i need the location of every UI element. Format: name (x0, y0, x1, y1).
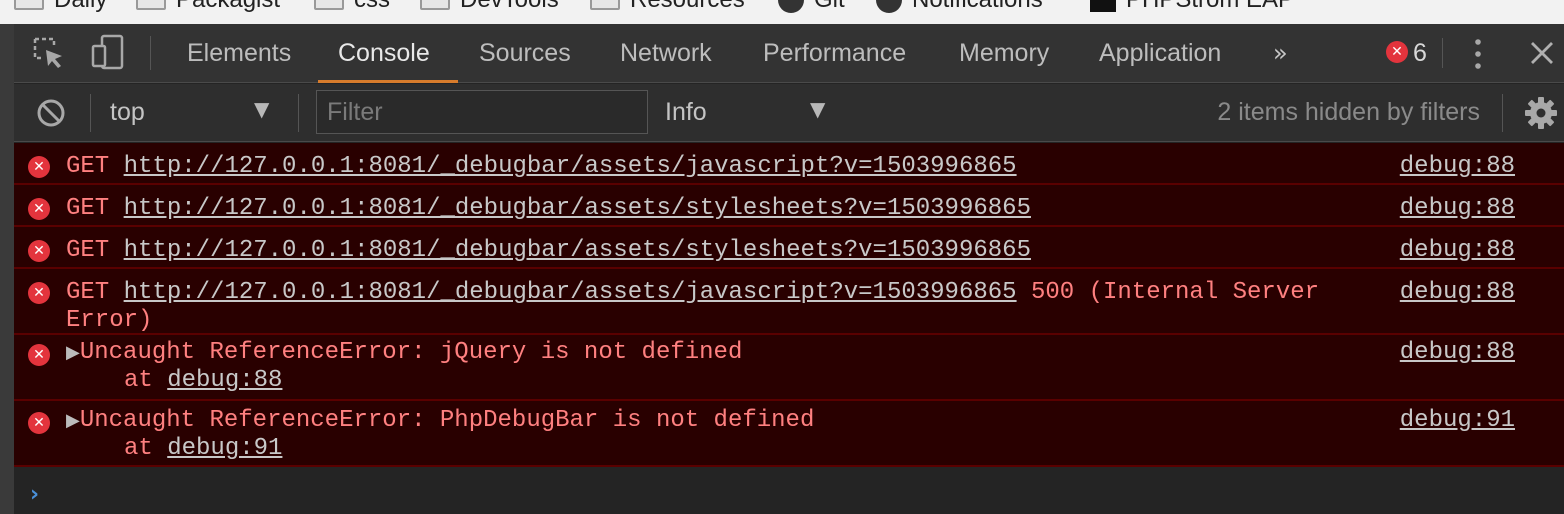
github-icon (778, 0, 804, 13)
context-dropdown-icon[interactable]: ▼ (254, 97, 269, 121)
console-message: ▶Uncaught ReferenceError: jQuery is not … (66, 339, 743, 366)
tab-sources[interactable]: Sources (479, 24, 571, 82)
source-link[interactable]: debug:91 (1400, 407, 1515, 435)
console-message: GET http://127.0.0.1:8081/_debugbar/asse… (66, 279, 1320, 306)
stack-trace-line: at debug:88 (124, 367, 283, 394)
folder-icon (420, 0, 450, 10)
console-error-row: ✕ ▶Uncaught ReferenceError: jQuery is no… (14, 335, 1564, 401)
context-select-value[interactable]: top (110, 98, 145, 127)
source-link[interactable]: debug:88 (1400, 195, 1515, 223)
folder-icon (136, 0, 166, 10)
devtools-tab-bar: Elements Console Sources Network Perform… (14, 24, 1564, 83)
bookmark-resources[interactable]: Resources (590, 0, 745, 14)
folder-icon (590, 0, 620, 10)
filter-input[interactable] (316, 90, 648, 134)
inspect-element-icon[interactable] (32, 36, 66, 70)
tab-network[interactable]: Network (620, 24, 712, 82)
log-level-dropdown-icon[interactable]: ▼ (810, 97, 825, 121)
request-url-link[interactable]: http://127.0.0.1:8081/_debugbar/assets/s… (124, 237, 1031, 264)
terminal-icon (1090, 0, 1116, 12)
source-link[interactable]: debug:88 (1400, 279, 1515, 307)
source-link[interactable]: debug:88 (1400, 237, 1515, 265)
toolbar-separator (1502, 94, 1503, 132)
stack-trace-link[interactable]: debug:91 (167, 435, 282, 462)
bookmark-phpstorm[interactable]: PHPStrom EAP (1090, 0, 1294, 14)
bookmarks-bar: Daily Packagist css DevTools Resources G… (0, 0, 1564, 24)
console-error-row: ✕ GET http://127.0.0.1:8081/_debugbar/as… (14, 143, 1564, 185)
bookmark-git[interactable]: Git (778, 0, 845, 14)
status-text-continued: Error) (66, 307, 153, 334)
bookmark-notifications[interactable]: Notifications (876, 0, 1043, 14)
toolbar-separator (298, 94, 299, 132)
console-filter-bar: top ▼ Info ▼ 2 items hidden by filters (14, 84, 1564, 142)
clear-console-icon[interactable] (36, 98, 66, 128)
bookmark-packagist[interactable]: Packagist (136, 0, 280, 14)
hidden-items-text: 2 items hidden by filters (1217, 98, 1480, 126)
active-tab-indicator (318, 80, 458, 83)
console-prompt-icon[interactable]: › (30, 482, 39, 507)
log-level-select-value[interactable]: Info (665, 98, 707, 127)
source-link[interactable]: debug:88 (1400, 339, 1515, 367)
tab-console[interactable]: Console (338, 24, 430, 82)
error-icon: ✕ (28, 412, 50, 434)
expand-triangle-icon[interactable]: ▶ (66, 342, 80, 363)
console-error-row: ✕ GET http://127.0.0.1:8081/_debugbar/as… (14, 185, 1564, 227)
error-icon: ✕ (28, 198, 50, 220)
close-icon[interactable] (1530, 41, 1554, 65)
tab-performance[interactable]: Performance (763, 24, 906, 82)
request-url-link[interactable]: http://127.0.0.1:8081/_debugbar/assets/j… (124, 279, 1017, 306)
folder-icon (314, 0, 344, 10)
console-message: GET http://127.0.0.1:8081/_debugbar/asse… (66, 195, 1031, 222)
console-messages: ✕ GET http://127.0.0.1:8081/_debugbar/as… (14, 143, 1564, 467)
error-count-icon[interactable]: ✕ (1386, 41, 1408, 63)
error-icon: ✕ (28, 156, 50, 178)
console-message: GET http://127.0.0.1:8081/_debugbar/asse… (66, 153, 1017, 180)
left-gutter (0, 24, 14, 514)
console-error-row: ✕ ▶Uncaught ReferenceError: PhpDebugBar … (14, 401, 1564, 467)
console-error-row: ✕ GET http://127.0.0.1:8081/_debugbar/as… (14, 227, 1564, 269)
tab-elements[interactable]: Elements (187, 24, 291, 82)
expand-triangle-icon[interactable]: ▶ (66, 410, 80, 431)
kebab-menu-icon[interactable] (1473, 38, 1483, 70)
stack-trace-line: at debug:91 (124, 435, 283, 462)
console-message: ▶Uncaught ReferenceError: PhpDebugBar is… (66, 407, 815, 434)
tab-application[interactable]: Application (1099, 24, 1221, 82)
toolbar-separator (1442, 38, 1443, 68)
more-tabs-button[interactable]: » (1273, 24, 1288, 82)
bookmark-daily[interactable]: Daily (14, 0, 107, 14)
bookmark-css[interactable]: css (314, 0, 390, 14)
toolbar-separator (90, 94, 91, 132)
device-toolbar-icon[interactable] (90, 34, 126, 70)
tab-memory[interactable]: Memory (959, 24, 1049, 82)
bookmark-devtools[interactable]: DevTools (420, 0, 559, 14)
request-url-link[interactable]: http://127.0.0.1:8081/_debugbar/assets/s… (124, 195, 1031, 222)
error-icon: ✕ (28, 344, 50, 366)
toolbar-separator (150, 36, 151, 70)
error-icon: ✕ (28, 282, 50, 304)
error-count[interactable]: 6 (1413, 24, 1427, 82)
console-message: GET http://127.0.0.1:8081/_debugbar/asse… (66, 237, 1031, 264)
folder-icon (14, 0, 44, 10)
error-icon: ✕ (28, 240, 50, 262)
settings-gear-icon[interactable] (1524, 96, 1558, 130)
stack-trace-link[interactable]: debug:88 (167, 367, 282, 394)
console-error-row: ✕ GET http://127.0.0.1:8081/_debugbar/as… (14, 269, 1564, 335)
request-url-link[interactable]: http://127.0.0.1:8081/_debugbar/assets/j… (124, 153, 1017, 180)
status-text: 500 (Internal Server (1030, 279, 1320, 306)
source-link[interactable]: debug:88 (1400, 153, 1515, 181)
github-icon (876, 0, 902, 13)
